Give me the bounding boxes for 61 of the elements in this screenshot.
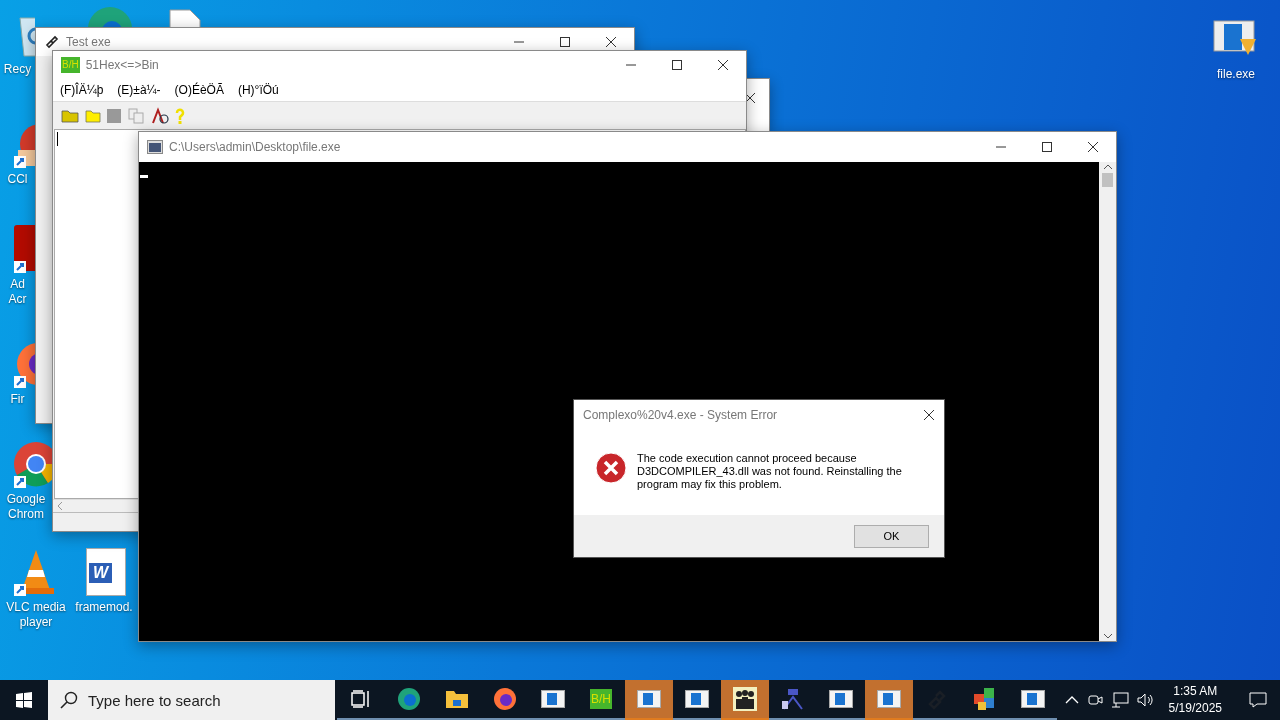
- program-window-icon[interactable]: [1021, 690, 1045, 708]
- desktop-icon-label[interactable]: framemod.: [72, 600, 136, 615]
- ok-button[interactable]: OK: [854, 524, 929, 548]
- scroll-thumb[interactable]: [1102, 173, 1113, 187]
- close-icon[interactable]: [1088, 142, 1098, 152]
- close-icon[interactable]: [745, 93, 755, 103]
- folder-icon[interactable]: [445, 689, 469, 709]
- scroll-up-icon[interactable]: [1103, 164, 1112, 169]
- search-icon: [60, 691, 78, 709]
- close-icon[interactable]: [924, 410, 934, 420]
- desktop-icon-label[interactable]: file.exe: [1200, 67, 1272, 82]
- network-icon[interactable]: [1110, 692, 1129, 708]
- error-icon: [595, 452, 627, 484]
- task-view-icon[interactable]: [351, 690, 371, 708]
- clock-time: 1:35 AM: [1173, 683, 1218, 700]
- program-window-icon[interactable]: [637, 690, 661, 708]
- desktop-icon-label[interactable]: Google Chrom: [0, 492, 52, 522]
- maximize-icon[interactable]: [672, 60, 682, 70]
- window-title: 51Hex<=>Bin: [85, 58, 160, 72]
- window-title: C:\Users\admin\Desktop\file.exe: [169, 140, 342, 154]
- menu-item[interactable]: (F)ÎÄ¼þ: [60, 83, 104, 97]
- search-field[interactable]: Type here to search: [48, 680, 335, 720]
- chevron-up-icon[interactable]: [1064, 696, 1079, 704]
- open-folder-icon[interactable]: [61, 108, 79, 123]
- desktop-icon-label[interactable]: VLC media player: [0, 600, 72, 630]
- maximize-icon[interactable]: [1042, 142, 1052, 152]
- volume-icon[interactable]: [1136, 692, 1155, 708]
- menu-item[interactable]: (E)±à¼-: [117, 83, 161, 97]
- clock-date: 5/19/2025: [1168, 700, 1222, 717]
- people-icon[interactable]: [733, 687, 757, 711]
- clock[interactable]: 1:35 AM 5/19/2025: [1162, 683, 1228, 717]
- network-tool-icon[interactable]: [780, 687, 806, 711]
- taskbar-button[interactable]: [721, 680, 769, 720]
- notification-icon[interactable]: [1249, 692, 1267, 708]
- program-window-icon[interactable]: [685, 690, 709, 708]
- menu-item[interactable]: (H)°ïÖú: [237, 83, 279, 97]
- vertical-scrollbar[interactable]: [1099, 162, 1116, 641]
- browser-icon[interactable]: [397, 687, 421, 711]
- program-window-icon[interactable]: [541, 690, 565, 708]
- close-icon[interactable]: [606, 37, 616, 47]
- spell-check-icon[interactable]: [151, 106, 169, 125]
- console-icon: [147, 140, 163, 154]
- link-icon: [44, 34, 60, 50]
- dialog-title: Complexo%20v4.exe - System Error: [583, 408, 779, 422]
- firefox-icon[interactable]: [493, 687, 517, 711]
- word-document-icon[interactable]: W: [86, 548, 126, 596]
- desktop-icon-label[interactable]: Fir: [0, 392, 35, 407]
- camera-icon[interactable]: [1086, 692, 1103, 708]
- pdf-reader-icon[interactable]: [12, 225, 35, 273]
- maximize-icon[interactable]: [560, 37, 570, 47]
- logo-letter: W: [89, 563, 113, 583]
- program-window-icon[interactable]: [877, 690, 901, 708]
- close-icon[interactable]: [718, 60, 728, 70]
- text-cursor: [140, 175, 148, 178]
- windows-start-icon[interactable]: [16, 692, 32, 708]
- error-message: The code execution cannot proceed because D3DCOMPILER_43.dll was not found. Reinstalling the program may fix this problem.: [637, 452, 903, 491]
- program-window-icon[interactable]: [829, 690, 853, 708]
- window-title: Test exe: [66, 35, 112, 49]
- menu-item[interactable]: (O)ÉèÖÃ: [174, 83, 224, 97]
- scroll-down-icon[interactable]: [1103, 634, 1112, 639]
- app-logo: B/H: [61, 57, 80, 73]
